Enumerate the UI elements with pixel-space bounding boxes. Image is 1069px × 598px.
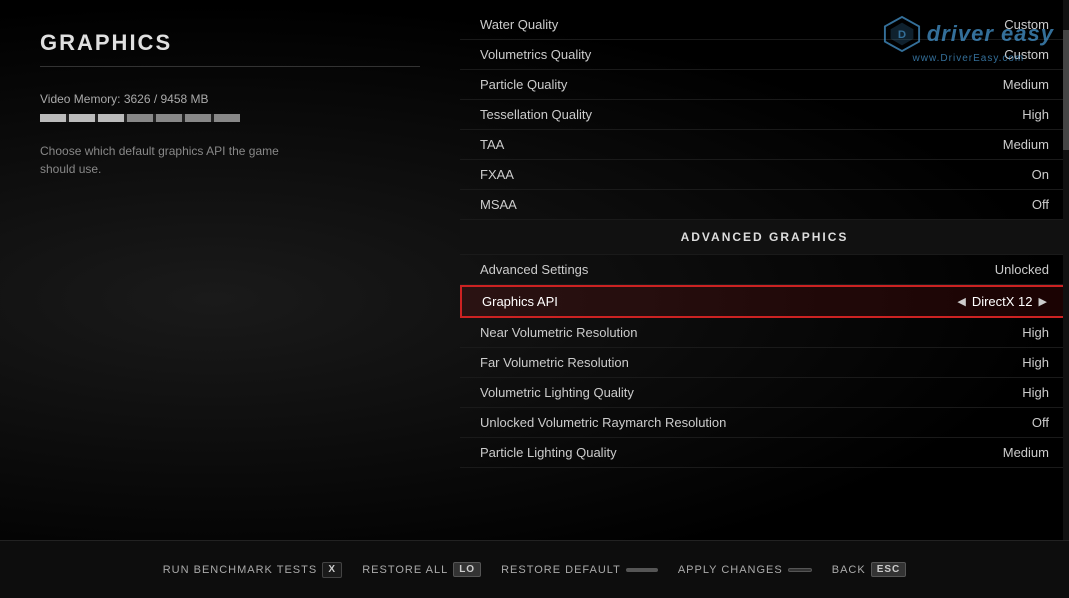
memory-bar-segment-4 xyxy=(127,114,153,122)
setting-label: FXAA xyxy=(480,167,514,182)
settings-list: Water Quality Custom Volumetrics Quality… xyxy=(460,0,1069,478)
setting-value: On xyxy=(1032,167,1049,182)
video-memory-label: Video Memory: 3626 / 9458 MB xyxy=(40,92,420,106)
setting-value: Medium xyxy=(1003,445,1049,460)
scroll-thumb[interactable] xyxy=(1063,30,1069,150)
watermark-url: www.DriverEasy.com xyxy=(913,53,1025,64)
setting-row[interactable]: Particle Lighting Quality Medium xyxy=(460,438,1069,468)
memory-bar-segment-5 xyxy=(156,114,182,122)
bottom-action-bar: RUN BENCHMARK TESTS X RESTORE ALL LO RES… xyxy=(0,540,1069,598)
setting-value: Medium xyxy=(1003,137,1049,152)
memory-bar-segment-1 xyxy=(40,114,66,122)
run-benchmark-label: RUN BENCHMARK TESTS xyxy=(163,564,317,576)
setting-label: Particle Lighting Quality xyxy=(480,445,617,460)
setting-label: Volumetric Lighting Quality xyxy=(480,385,634,400)
setting-label: Advanced Settings xyxy=(480,262,588,277)
arrow-left-icon: ◀ xyxy=(957,295,965,308)
setting-row[interactable]: TAA Medium xyxy=(460,130,1069,160)
section-header-label: Advanced Graphics xyxy=(681,230,849,244)
arrow-right-icon: ▶ xyxy=(1039,295,1047,308)
setting-label: Water Quality xyxy=(480,17,558,32)
memory-bar xyxy=(40,114,240,122)
left-panel: Graphics Video Memory: 3626 / 9458 MB Ch… xyxy=(0,0,460,540)
memory-bar-segment-3 xyxy=(98,114,124,122)
memory-bar-segment-7 xyxy=(214,114,240,122)
setting-value: High xyxy=(1022,107,1049,122)
watermark: D driver easy www.DriverEasy.com xyxy=(883,15,1054,64)
setting-label: Unlocked Volumetric Raymarch Resolution xyxy=(480,415,726,430)
memory-bar-segment-2 xyxy=(69,114,95,122)
apply-changes-key xyxy=(788,568,812,572)
restore-default-label: RESTORE DEFAULT xyxy=(501,564,621,576)
restore-default-key xyxy=(626,568,658,572)
apply-changes-label: APPLY CHANGES xyxy=(678,564,783,576)
setting-label: Tessellation Quality xyxy=(480,107,592,122)
setting-label: Particle Quality xyxy=(480,77,567,92)
setting-label: TAA xyxy=(480,137,504,152)
setting-row[interactable]: Unlocked Volumetric Raymarch Resolution … xyxy=(460,408,1069,438)
setting-value: Off xyxy=(1032,197,1049,212)
setting-row[interactable]: Advanced Settings Unlocked xyxy=(460,255,1069,285)
setting-value: ◀ DirectX 12 ▶ xyxy=(957,294,1047,309)
setting-label: MSAA xyxy=(480,197,517,212)
setting-label: Near Volumetric Resolution xyxy=(480,325,638,340)
restore-all-action[interactable]: RESTORE ALL LO xyxy=(362,562,481,577)
setting-value: High xyxy=(1022,355,1049,370)
setting-label: Graphics API xyxy=(482,294,558,309)
setting-row[interactable]: Particle Quality Medium xyxy=(460,70,1069,100)
setting-value: High xyxy=(1022,325,1049,340)
setting-value: Unlocked xyxy=(995,262,1049,277)
setting-row[interactable]: FXAA On xyxy=(460,160,1069,190)
setting-label: Far Volumetric Resolution xyxy=(480,355,629,370)
run-benchmark-key: X xyxy=(322,562,342,578)
setting-value: Off xyxy=(1032,415,1049,430)
memory-bar-segment-6 xyxy=(185,114,211,122)
restore-default-action[interactable]: RESTORE DEFAULT xyxy=(501,564,658,576)
setting-row[interactable]: Tessellation Quality High xyxy=(460,100,1069,130)
back-key: ESC xyxy=(871,562,907,577)
setting-row[interactable]: Far Volumetric Resolution High xyxy=(460,348,1069,378)
restore-all-key: LO xyxy=(453,562,481,577)
setting-row[interactable]: Volumetric Lighting Quality High xyxy=(460,378,1069,408)
driver-easy-logo-icon: D xyxy=(883,15,921,53)
settings-section-header: Advanced Graphics xyxy=(460,220,1069,255)
run-benchmark-action[interactable]: RUN BENCHMARK TESTS X xyxy=(163,562,342,578)
apply-changes-action[interactable]: APPLY CHANGES xyxy=(678,564,812,576)
setting-label: Volumetrics Quality xyxy=(480,47,591,62)
back-action[interactable]: BACK ESC xyxy=(832,562,907,577)
restore-all-label: RESTORE ALL xyxy=(362,564,448,576)
setting-value: High xyxy=(1022,385,1049,400)
back-label: BACK xyxy=(832,564,866,576)
setting-value: Medium xyxy=(1003,77,1049,92)
page-title: Graphics xyxy=(40,30,420,67)
scrollbar[interactable] xyxy=(1063,0,1069,540)
setting-row[interactable]: Near Volumetric Resolution High xyxy=(460,318,1069,348)
settings-panel: Water Quality Custom Volumetrics Quality… xyxy=(460,0,1069,540)
graphics-api-description: Choose which default graphics API the ga… xyxy=(40,142,300,178)
setting-row[interactable]: MSAA Off xyxy=(460,190,1069,220)
svg-text:D: D xyxy=(898,29,906,41)
watermark-brand: driver easy xyxy=(927,21,1054,47)
setting-value-text: DirectX 12 xyxy=(972,294,1033,309)
setting-row[interactable]: Graphics API ◀ DirectX 12 ▶ xyxy=(460,285,1069,318)
